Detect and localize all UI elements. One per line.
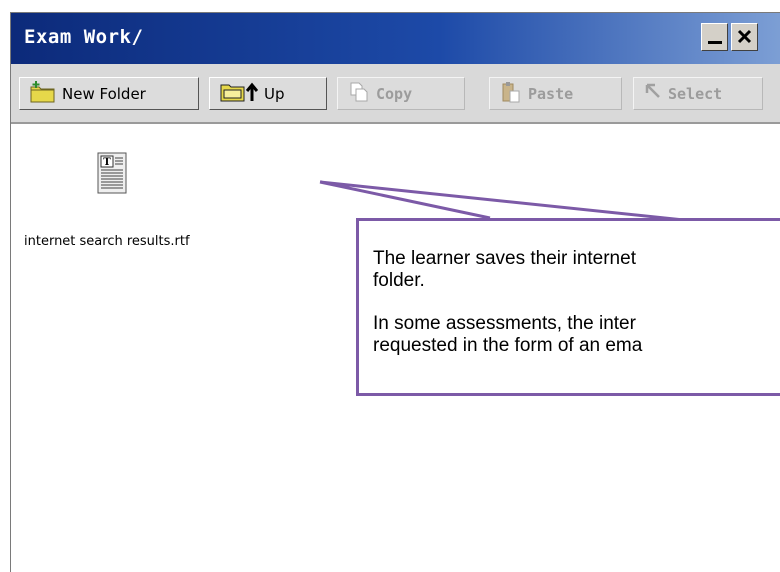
callout-text-1: The learner saves their internet folder. — [373, 248, 636, 291]
annotation-callout: The learner saves their internet folder. … — [356, 218, 780, 396]
callout-text-2: In some assessments, the inter requested … — [373, 313, 643, 356]
